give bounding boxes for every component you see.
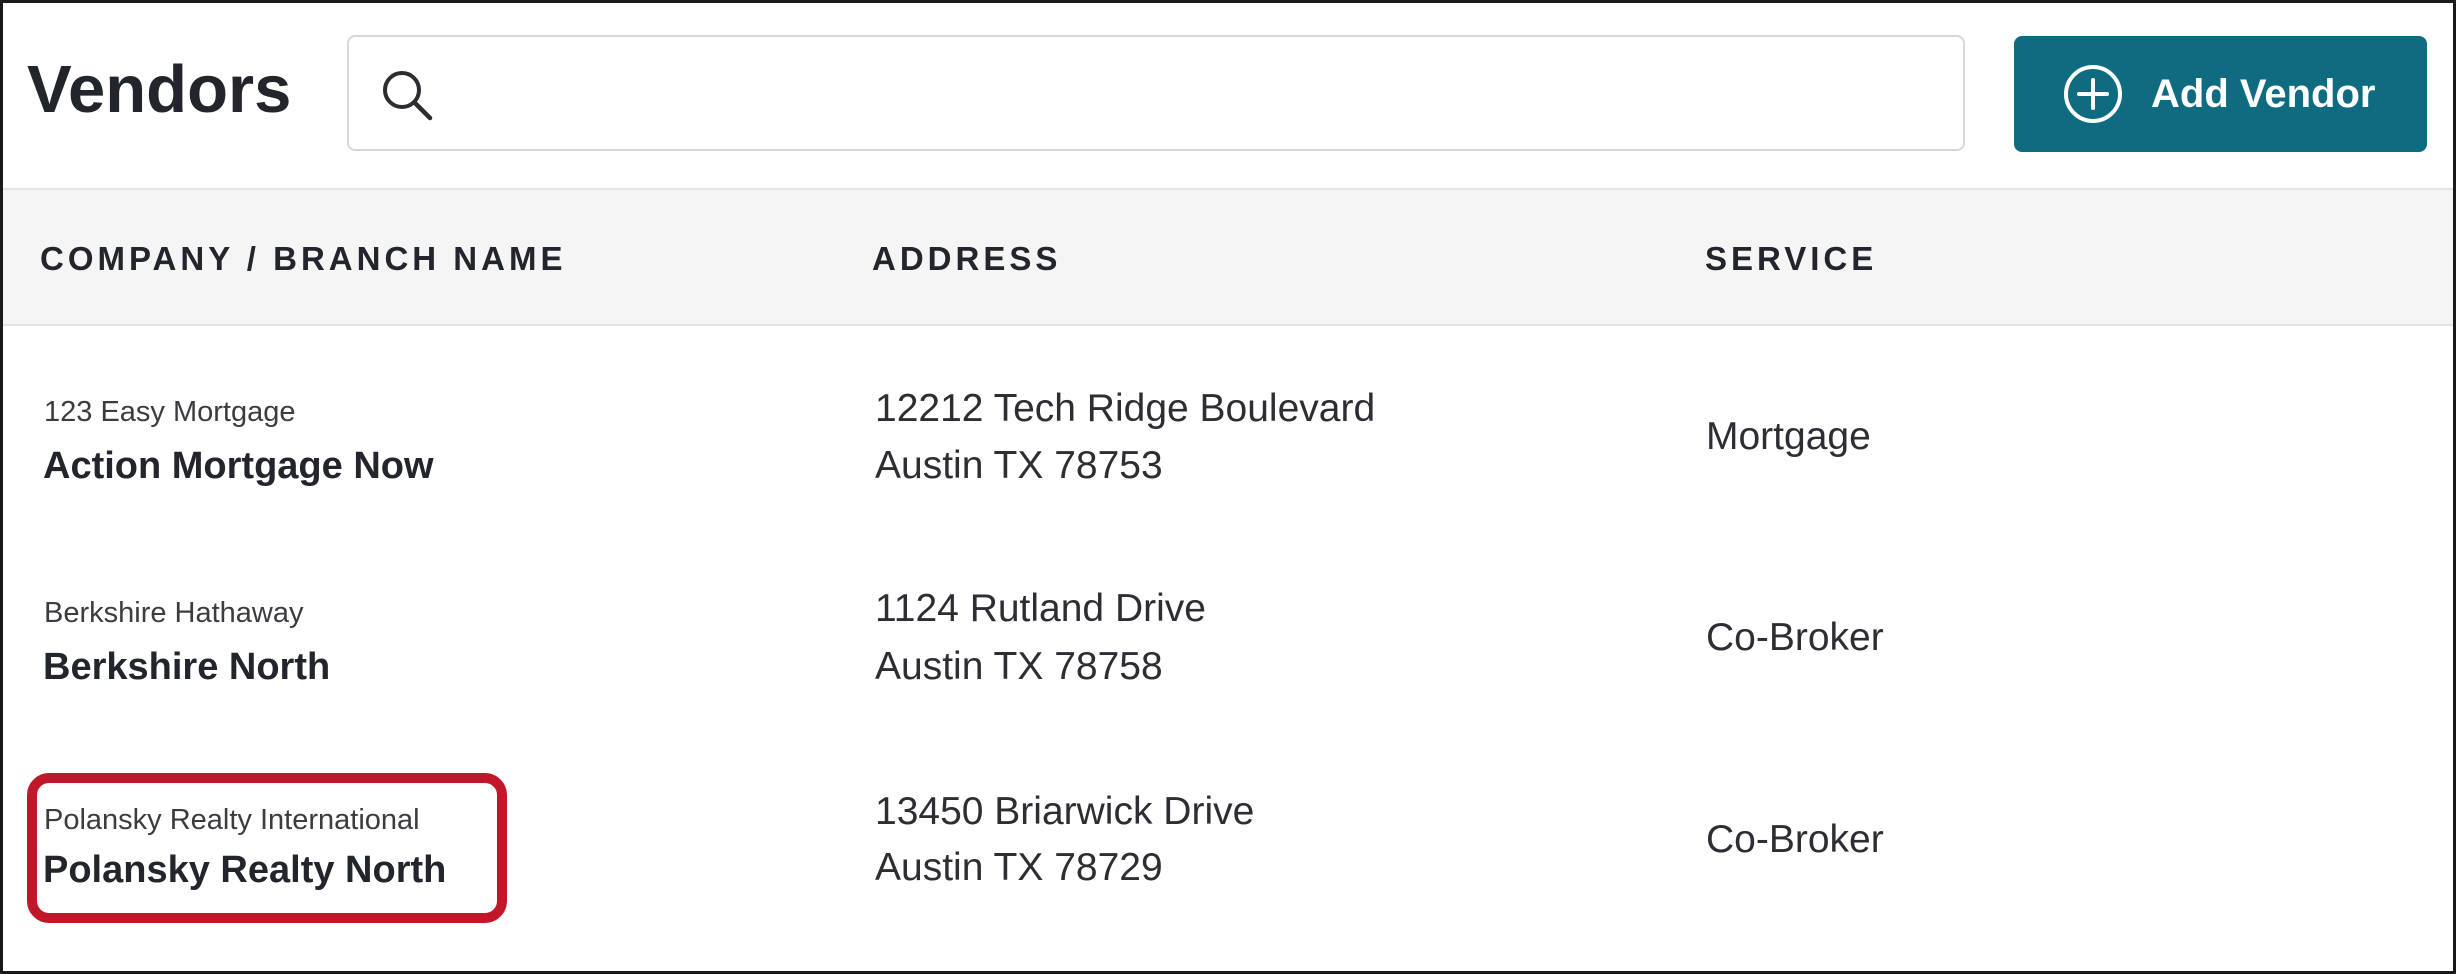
column-header-company[interactable]: COMPANY / BRANCH NAME	[40, 240, 566, 278]
table-row[interactable]: Berkshire Hathaway Berkshire North 1124 …	[3, 539, 2453, 739]
branch-name[interactable]: Berkshire North	[43, 646, 330, 689]
page-header: Vendors Add Vendor	[3, 3, 2453, 188]
company-name: Berkshire Hathaway	[44, 597, 304, 629]
address-line-2: Austin TX 78729	[875, 846, 1163, 889]
plus-circle-icon	[2062, 63, 2124, 125]
address-line-1: 12212 Tech Ridge Boulevard	[875, 387, 1376, 430]
address-line-2: Austin TX 78753	[875, 444, 1163, 487]
page-title: Vendors	[27, 52, 292, 127]
add-vendor-label: Add Vendor	[2151, 72, 2376, 116]
add-vendor-button[interactable]: Add Vendor	[2014, 36, 2427, 152]
table-row[interactable]: Polansky Realty International Polansky R…	[3, 740, 2453, 940]
column-header-service[interactable]: SERVICE	[1705, 240, 1877, 278]
service-type: Mortgage	[1706, 415, 1871, 458]
address-line-1: 13450 Briarwick Drive	[875, 790, 1255, 833]
search-icon	[379, 67, 435, 123]
company-name: 123 Easy Mortgage	[44, 396, 296, 428]
column-header-address[interactable]: ADDRESS	[872, 240, 1061, 278]
search-box[interactable]	[347, 35, 1965, 151]
table-row[interactable]: 123 Easy Mortgage Action Mortgage Now 12…	[3, 338, 2453, 538]
branch-name[interactable]: Action Mortgage Now	[43, 445, 434, 488]
company-name: Polansky Realty International	[44, 804, 420, 836]
service-type: Co-Broker	[1706, 818, 1884, 861]
table-header: COMPANY / BRANCH NAME ADDRESS SERVICE	[3, 188, 2453, 326]
search-input[interactable]	[459, 47, 1943, 141]
vendors-page: Vendors Add Vendor COMPANY / BRANCH NAME…	[0, 0, 2456, 974]
branch-name[interactable]: Polansky Realty North	[43, 849, 446, 892]
address-line-1: 1124 Rutland Drive	[875, 587, 1206, 630]
service-type: Co-Broker	[1706, 616, 1884, 659]
address-line-2: Austin TX 78758	[875, 645, 1163, 688]
